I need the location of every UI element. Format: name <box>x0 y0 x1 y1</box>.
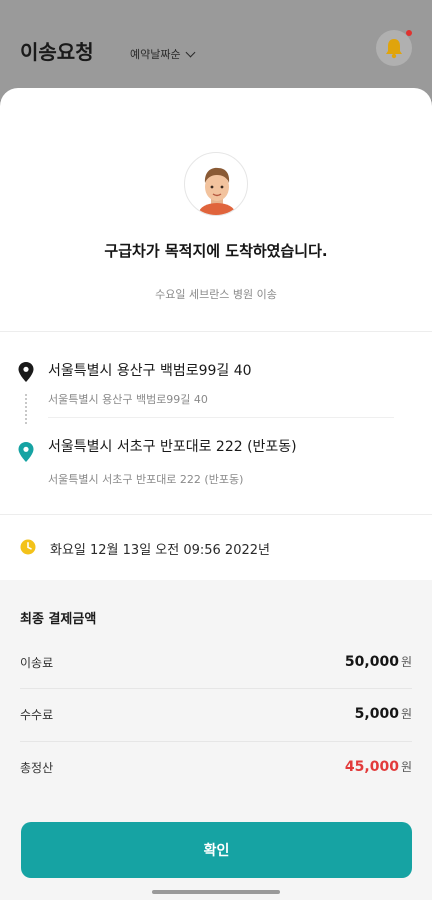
row-divider <box>20 688 412 689</box>
commission-amount: 5,000 원 <box>355 705 412 722</box>
driver-avatar <box>184 152 248 216</box>
currency-unit: 원 <box>400 655 412 669</box>
commission-value: 5,000 <box>354 706 399 722</box>
home-indicator <box>152 890 280 894</box>
payment-title: 최종 결제금액 <box>20 612 97 627</box>
fee-label: 이송료 <box>20 656 54 670</box>
currency-unit: 원 <box>400 707 412 721</box>
page-title: 이송요청 <box>20 40 94 64</box>
avatar-illustration <box>199 167 235 215</box>
total-value: 45,000 <box>344 759 399 775</box>
divider <box>0 331 432 332</box>
route-connector <box>25 394 27 424</box>
destination-address-detail: 서울특별시 서초구 반포대로 222 (반포동) <box>48 473 244 486</box>
sort-dropdown[interactable]: 예약날짜순 <box>130 46 196 62</box>
currency-unit: 원 <box>400 760 412 774</box>
total-label: 총정산 <box>20 761 54 775</box>
chevron-down-icon <box>185 47 196 57</box>
origin-pin-icon <box>18 362 34 382</box>
arrival-sheet: 구급차가 목적지에 도착하였습니다. 수요일 세브란스 병원 이송 서울특별시 … <box>0 88 432 900</box>
fee-value: 50,000 <box>344 654 399 670</box>
confirm-button[interactable]: 확인 <box>21 822 412 878</box>
row-divider <box>20 741 412 742</box>
sort-dropdown-label: 예약날짜순 <box>130 48 181 61</box>
fee-amount: 50,000 원 <box>345 653 412 670</box>
commission-label: 수수료 <box>20 708 54 722</box>
notification-badge <box>406 30 412 36</box>
origin-address-detail: 서울특별시 용산구 백범로99길 40 <box>48 393 208 406</box>
divider <box>0 514 432 515</box>
total-amount: 45,000 원 <box>345 758 412 775</box>
origin-address: 서울특별시 용산구 백범로99길 40 <box>48 363 252 379</box>
clock-icon <box>20 539 36 555</box>
trip-subtitle: 수요일 세브란스 병원 이송 <box>155 288 277 301</box>
route-divider <box>48 417 394 418</box>
arrival-headline: 구급차가 목적지에 도착하였습니다. <box>104 242 328 260</box>
destination-address: 서울특별시 서초구 반포대로 222 (반포동) <box>48 439 297 455</box>
transfer-datetime: 화요일 12월 13일 오전 09:56 2022년 <box>50 543 270 558</box>
destination-pin-icon <box>18 442 34 462</box>
